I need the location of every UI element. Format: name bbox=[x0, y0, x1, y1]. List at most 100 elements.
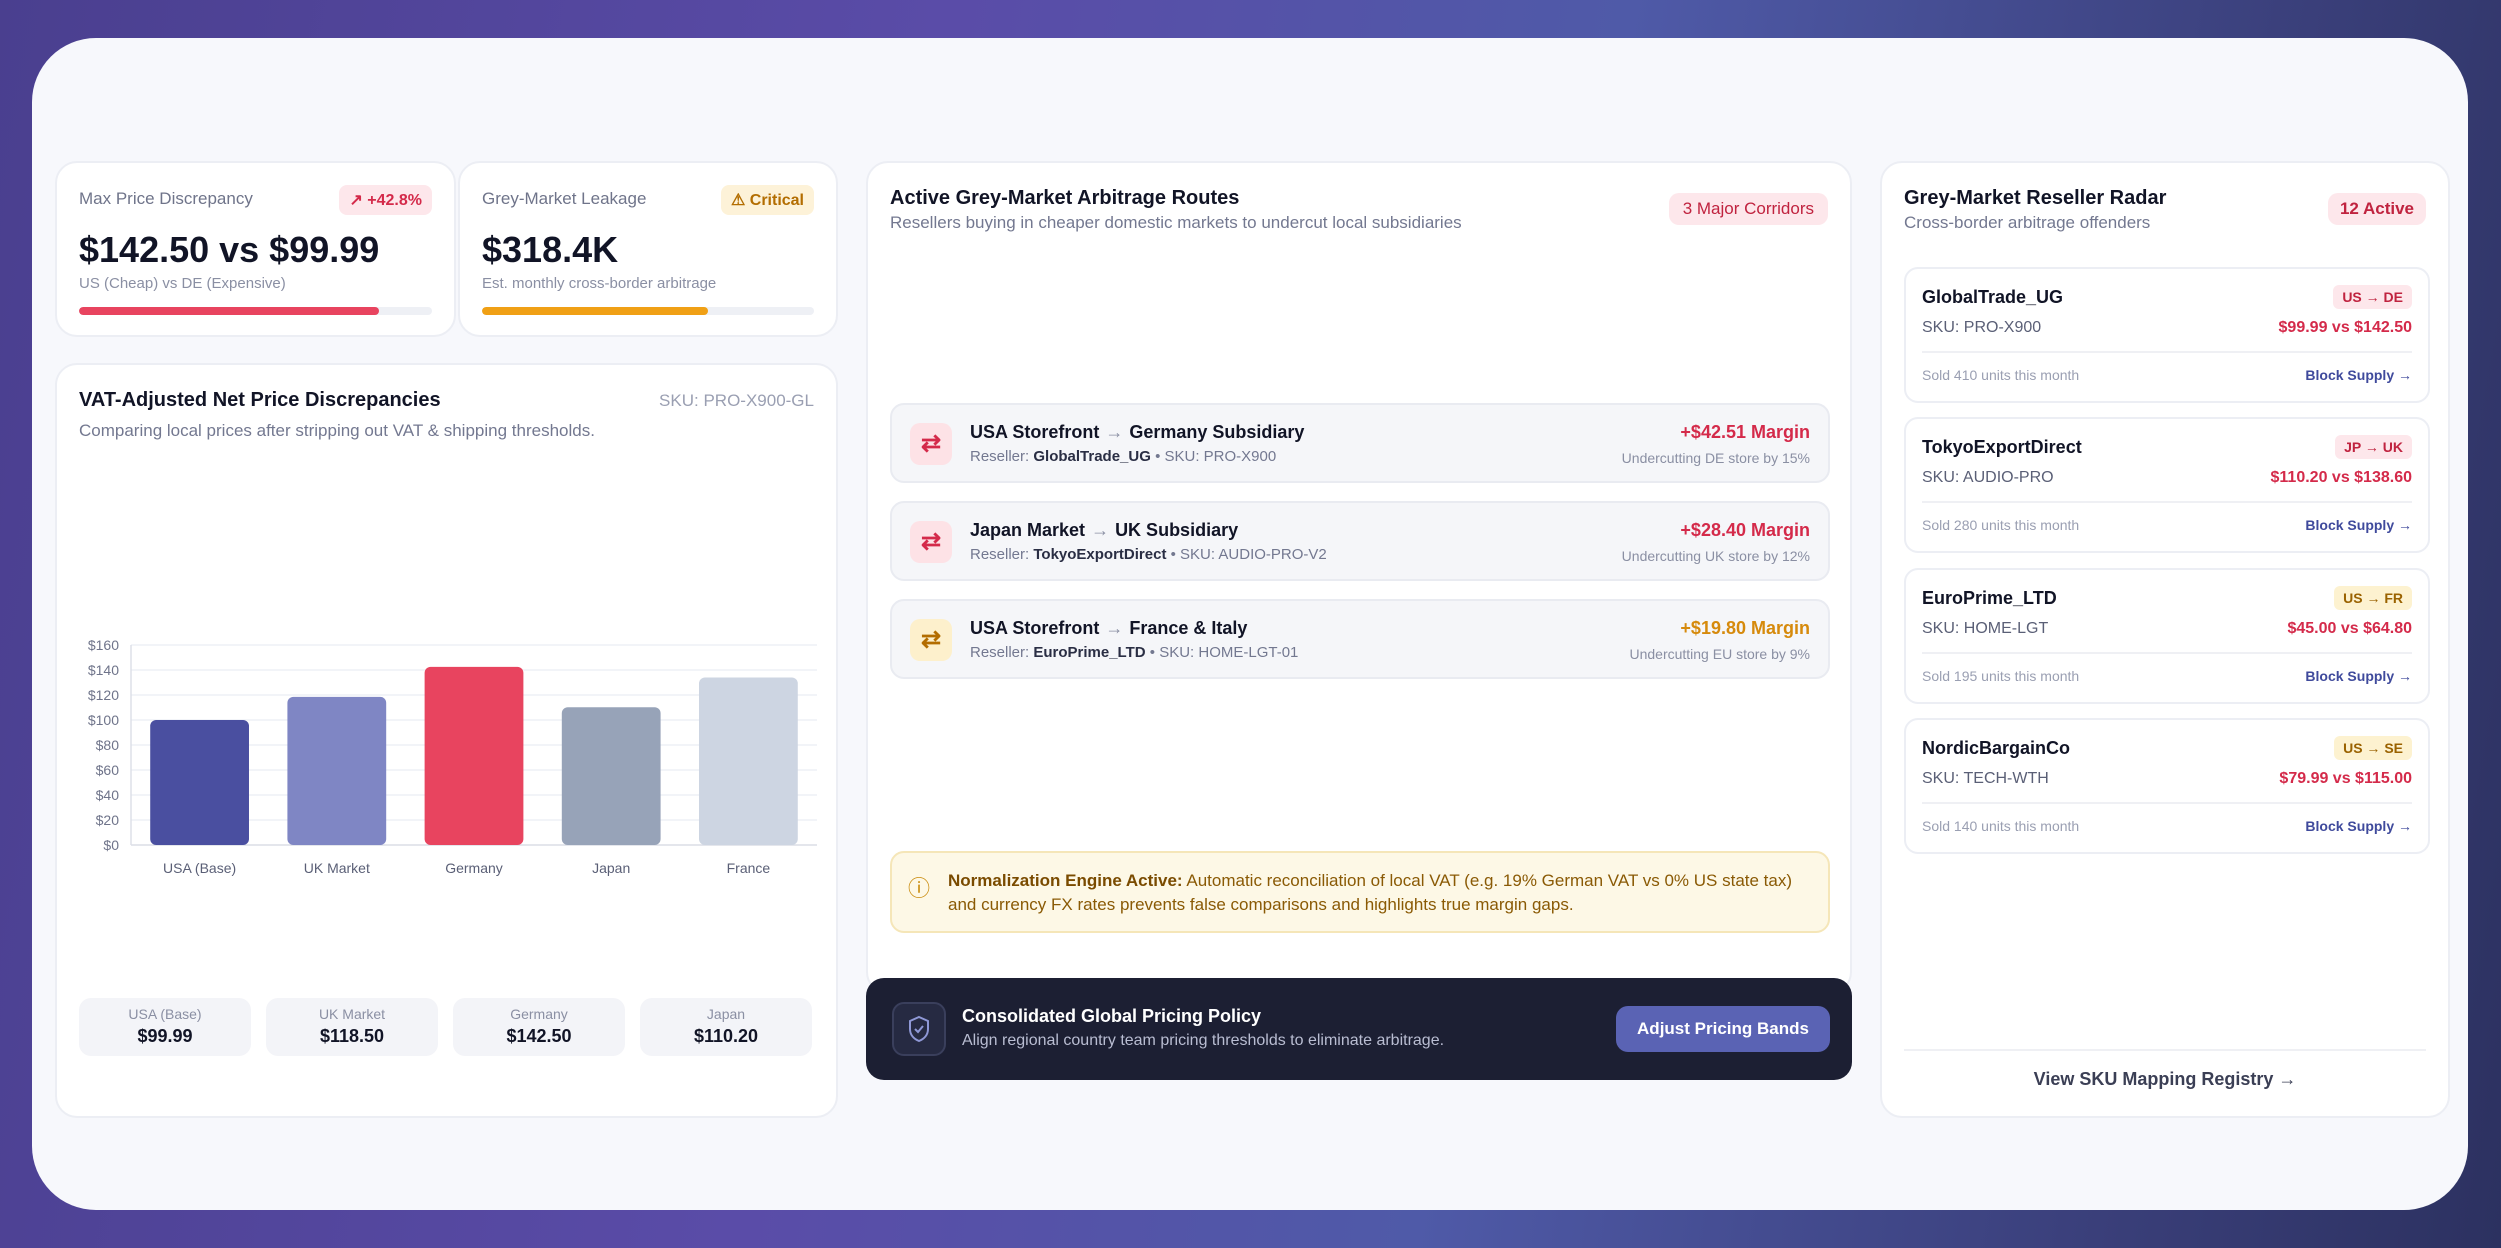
reseller-name: GlobalTrade_UG bbox=[1922, 287, 2064, 307]
reseller-card: NordicBargainCo US → SE SKU: TECH-WTH $7… bbox=[1904, 718, 2430, 854]
radar-footer-divider bbox=[1904, 1049, 2426, 1051]
divider bbox=[1922, 501, 2412, 503]
kpi-label: Max Price Discrepancy bbox=[79, 189, 253, 208]
corridor-badge: JP → UK bbox=[2335, 435, 2412, 459]
reseller-price: $110.20 vs $138.60 bbox=[2270, 469, 2412, 486]
summary-tile: Japan $110.20 bbox=[640, 998, 812, 1056]
info-icon: ⓘ bbox=[908, 876, 931, 901]
kpi-progress-fill bbox=[482, 307, 708, 315]
summary-tile: UK Market $118.50 bbox=[266, 998, 438, 1056]
critical-badge: ⚠ Critical bbox=[720, 185, 814, 215]
block-supply-link[interactable]: Block Supply → bbox=[2305, 818, 2412, 834]
kpi-subtext: Est. monthly cross-border arbitrage bbox=[482, 275, 717, 292]
route-margin: +$28.40 Margin bbox=[1680, 520, 1810, 540]
bar-uk-market bbox=[287, 696, 387, 845]
route-reseller: Reseller: GlobalTrade_UG • SKU: PRO-X900 bbox=[970, 448, 1277, 465]
kpi-value: $318.4K bbox=[482, 229, 619, 270]
routes-subtitle: Resellers buying in cheaper domestic mar… bbox=[890, 213, 1462, 232]
reseller-card: GlobalTrade_UG US → DE SKU: PRO-X900 $99… bbox=[1904, 267, 2430, 403]
block-supply-link[interactable]: Block Supply → bbox=[2305, 517, 2412, 533]
normalization-notice: ⓘ Normalization Engine Active: Automatic… bbox=[890, 851, 1830, 933]
policy-title: Consolidated Global Pricing Policy bbox=[962, 1006, 1262, 1026]
units-sold: Sold 280 units this month bbox=[1922, 517, 2080, 533]
x-tick-label: UK Market bbox=[304, 860, 370, 876]
price-bar-chart: $0 $20 $40 $60 $80 $100 $120 $140 $160 USA (Base)… bbox=[88, 637, 817, 876]
kpi-subtext: US (Cheap) vs DE (Expensive) bbox=[79, 275, 286, 292]
route-title: USA Storefront → France & Italy bbox=[970, 618, 1248, 638]
policy-subtitle: Align regional country team pricing thre… bbox=[962, 1032, 1445, 1049]
units-sold: Sold 410 units this month bbox=[1922, 367, 2080, 383]
swap-icon: ⇄ bbox=[910, 619, 952, 661]
x-tick-label: Japan bbox=[592, 860, 630, 876]
reseller-price: $99.99 vs $142.50 bbox=[2278, 319, 2412, 336]
route-margin: +$19.80 Margin bbox=[1680, 618, 1810, 638]
reseller-name: NordicBargainCo bbox=[1922, 738, 2071, 758]
corridor-badge: US → DE bbox=[2333, 285, 2412, 309]
route-title: USA Storefront → Germany Subsidiary bbox=[970, 422, 1305, 442]
x-tick-label: France bbox=[727, 860, 771, 876]
divider bbox=[1922, 351, 2412, 353]
chart-title: VAT-Adjusted Net Price Discrepancies bbox=[79, 389, 441, 411]
y-tick-label: $40 bbox=[96, 787, 120, 803]
reseller-name: EuroPrime_LTD bbox=[1922, 588, 2057, 608]
pricing-policy-banner: Consolidated Global Pricing Policy Align… bbox=[866, 978, 1852, 1080]
route-reseller: Reseller: TokyoExportDirect • SKU: AUDIO… bbox=[970, 546, 1327, 563]
y-tick-label: $120 bbox=[88, 687, 119, 703]
reseller-sku: SKU: TECH-WTH bbox=[1922, 770, 2049, 787]
block-supply-link[interactable]: Block Supply → bbox=[2305, 367, 2412, 383]
route-row[interactable]: ⇄ Japan Market → UK Subsidiary Reseller: T… bbox=[890, 501, 1830, 581]
tile-value: $118.50 bbox=[319, 1026, 385, 1046]
y-tick-label: $0 bbox=[103, 837, 119, 853]
routes-title: Active Grey-Market Arbitrage Routes bbox=[890, 187, 1240, 209]
y-tick-label: $100 bbox=[88, 712, 119, 728]
reseller-name: TokyoExportDirect bbox=[1922, 437, 2082, 457]
tile-value: $142.50 bbox=[506, 1026, 572, 1046]
reseller-price: $45.00 vs $64.80 bbox=[2287, 620, 2412, 637]
tile-label: UK Market bbox=[318, 1006, 386, 1022]
route-note: Undercutting EU store by 9% bbox=[1629, 646, 1810, 662]
units-sold: Sold 195 units this month bbox=[1922, 668, 2080, 684]
tile-label: Germany bbox=[510, 1006, 568, 1022]
route-reseller: Reseller: EuroPrime_LTD • SKU: HOME-LGT-… bbox=[970, 644, 1299, 661]
kpi-value: $142.50 vs $99.99 bbox=[79, 229, 380, 270]
kpi-label: Grey-Market Leakage bbox=[482, 189, 647, 208]
route-note: Undercutting UK store by 12% bbox=[1621, 548, 1810, 564]
reseller-card: EuroPrime_LTD US → FR SKU: HOME-LGT $45.… bbox=[1904, 568, 2430, 704]
x-tick-label: Germany bbox=[445, 860, 503, 876]
swap-icon: ⇄ bbox=[910, 423, 952, 465]
bar-france bbox=[699, 677, 798, 845]
chart-sku-label: SKU: PRO-X900-GL bbox=[659, 391, 814, 410]
reseller-sku: SKU: AUDIO-PRO bbox=[1922, 469, 2054, 486]
bar-japan bbox=[561, 707, 661, 845]
swap-icon: ⇄ bbox=[910, 521, 952, 563]
route-row[interactable]: ⇄ USA Storefront → France & Italy Reseller… bbox=[890, 599, 1830, 679]
shield-check-icon bbox=[892, 1002, 946, 1056]
block-supply-link[interactable]: Block Supply → bbox=[2305, 668, 2412, 684]
corridors-badge: 3 Major Corridors bbox=[1668, 193, 1828, 225]
view-sku-registry-link[interactable]: View SKU Mapping Registry → bbox=[1882, 1069, 2448, 1090]
divider bbox=[1922, 802, 2412, 804]
arbitrage-routes-card: Active Grey-Market Arbitrage Routes Rese… bbox=[866, 161, 1852, 994]
route-row[interactable]: ⇄ USA Storefront → Germany Subsidiary Rese… bbox=[890, 403, 1830, 483]
summary-tile: Germany $142.50 bbox=[453, 998, 625, 1056]
kpi-progress-track bbox=[79, 307, 432, 315]
corridor-badge: US → SE bbox=[2334, 736, 2412, 760]
radar-title: Grey-Market Reseller Radar bbox=[1904, 187, 2167, 209]
reseller-card: TokyoExportDirect JP → UK SKU: AUDIO-PRO… bbox=[1904, 417, 2430, 553]
y-tick-label: $20 bbox=[96, 812, 120, 828]
y-tick-label: $160 bbox=[88, 637, 119, 653]
y-tick-label: $80 bbox=[96, 737, 120, 753]
reseller-sku: SKU: HOME-LGT bbox=[1922, 620, 2049, 637]
y-tick-label: $60 bbox=[96, 762, 120, 778]
reseller-price: $79.99 vs $115.00 bbox=[2279, 770, 2412, 787]
corridor-badge: US → FR bbox=[2334, 586, 2412, 610]
tile-value: $99.99 bbox=[137, 1026, 193, 1046]
adjust-pricing-button[interactable]: Adjust Pricing Bands bbox=[1616, 1006, 1830, 1052]
reseller-radar-card: Grey-Market Reseller Radar Cross-border … bbox=[1880, 161, 2450, 1118]
active-count-badge: 12 Active bbox=[2327, 193, 2426, 225]
kpi-card-max-discrepancy: Max Price Discrepancy ↗ +42.8% $142.50 v… bbox=[55, 161, 456, 337]
dashboard-frame: Max Price Discrepancy ↗ +42.8% $142.50 v… bbox=[32, 38, 2468, 1210]
units-sold: Sold 140 units this month bbox=[1922, 818, 2080, 834]
summary-tile: USA (Base) $99.99 bbox=[79, 998, 251, 1056]
x-tick-label: USA (Base) bbox=[163, 860, 236, 876]
